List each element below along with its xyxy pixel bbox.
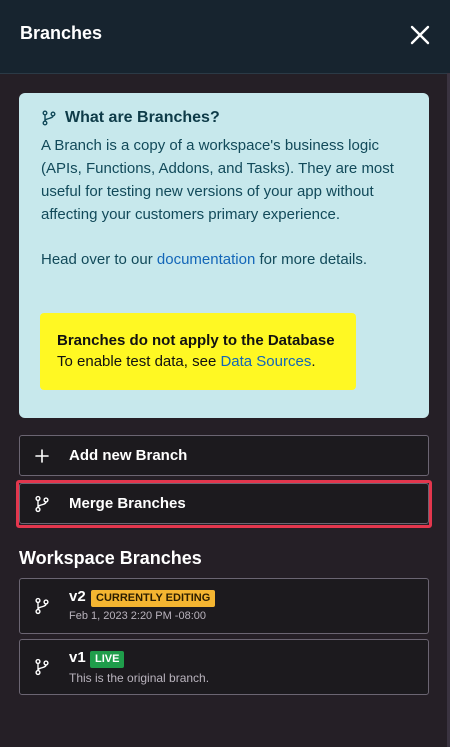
branch-description: This is the original branch. bbox=[69, 671, 210, 685]
plus-icon bbox=[35, 449, 49, 463]
warning-title: Branches do not apply to the Database bbox=[57, 332, 335, 349]
info-title: What are Branches? bbox=[65, 109, 220, 126]
branch-timestamp: Feb 1, 2023 2:20 PM -08:00 bbox=[69, 610, 206, 622]
panel-title: Branches bbox=[20, 23, 103, 43]
status-badge: CURRENTLY EDITING bbox=[91, 590, 216, 607]
close-icon bbox=[410, 25, 430, 45]
workspace-branches-heading: Workspace Branches bbox=[19, 548, 202, 568]
branch-icon bbox=[42, 110, 56, 126]
status-badge: LIVE bbox=[90, 651, 125, 668]
branch-icon bbox=[35, 597, 49, 615]
info-heading: What are Branches? bbox=[41, 109, 407, 127]
branch-item-v1[interactable]: v1 LIVE This is the original branch. bbox=[19, 639, 429, 695]
docs-paragraph: Head over to our documentation for more … bbox=[41, 248, 407, 271]
branch-item-v2[interactable]: v2 CURRENTLY EDITING Feb 1, 2023 2:20 PM… bbox=[19, 578, 429, 634]
merge-branches-button[interactable]: Merge Branches bbox=[19, 483, 429, 524]
merge-icon bbox=[35, 495, 49, 513]
close-button[interactable] bbox=[408, 23, 432, 47]
add-branch-button[interactable]: Add new Branch bbox=[19, 435, 429, 476]
merge-branches-label: Merge Branches bbox=[69, 495, 186, 512]
branch-name: v1 bbox=[69, 649, 86, 666]
add-branch-label: Add new Branch bbox=[69, 447, 188, 464]
docs-suffix: for more details. bbox=[255, 251, 368, 268]
panel-header: Branches bbox=[0, 0, 450, 74]
warning-suffix: . bbox=[311, 353, 316, 370]
docs-prefix: Head over to our bbox=[41, 251, 157, 268]
data-sources-link[interactable]: Data Sources bbox=[220, 353, 311, 370]
database-warning: Branches do not apply to the Database To… bbox=[40, 313, 356, 390]
info-description: A Branch is a copy of a workspace's busi… bbox=[41, 137, 394, 223]
branch-icon bbox=[35, 658, 49, 676]
warning-text: To enable test data, see Data Sources. bbox=[57, 351, 356, 373]
branch-name: v2 bbox=[69, 588, 86, 605]
documentation-link[interactable]: documentation bbox=[157, 251, 255, 268]
warning-prefix: To enable test data, see bbox=[57, 353, 221, 370]
